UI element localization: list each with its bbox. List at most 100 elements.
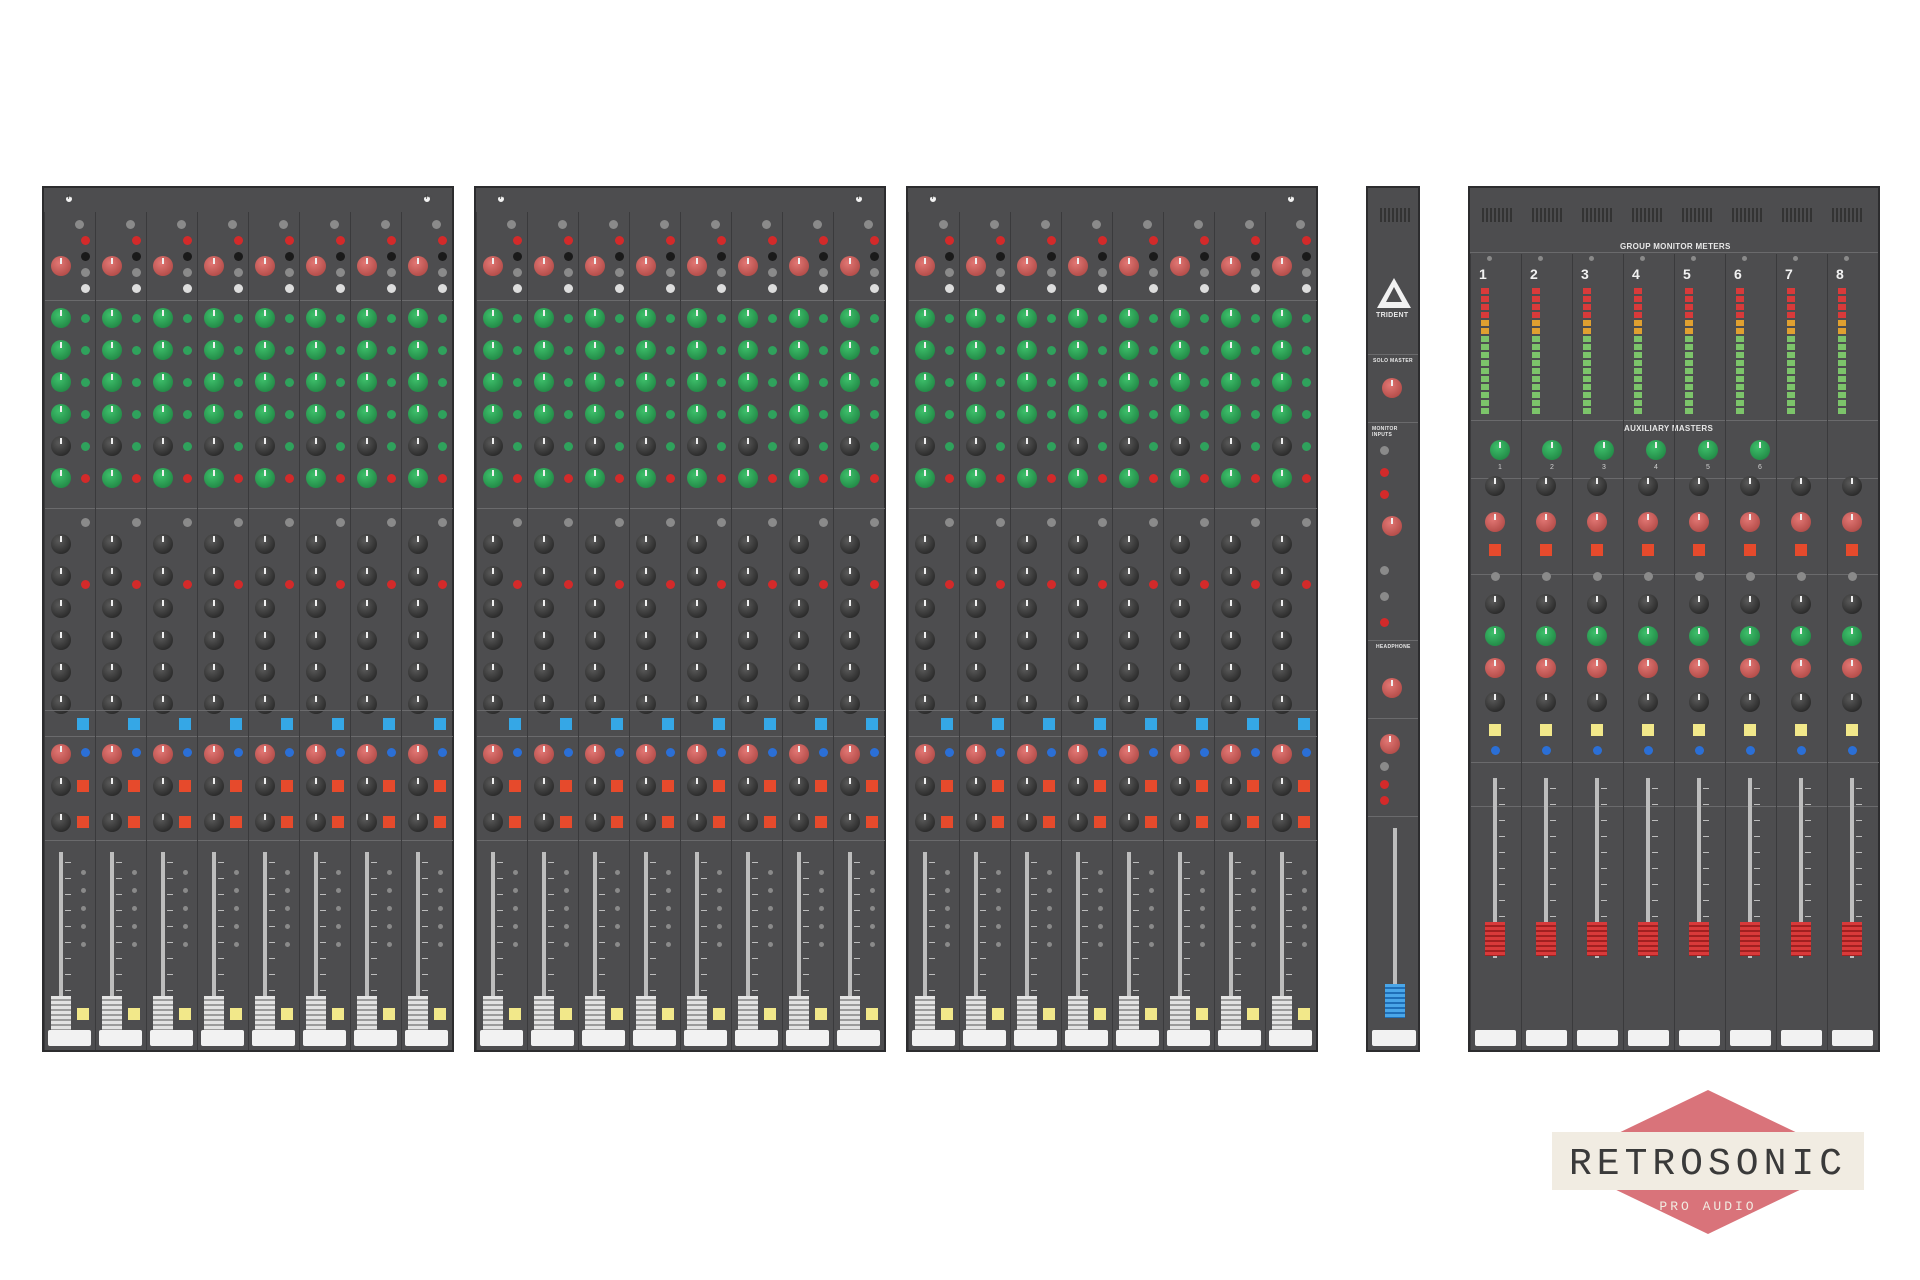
mute-button[interactable] — [1196, 780, 1208, 792]
aux-button[interactable] — [1200, 346, 1209, 355]
aux-send-knob[interactable] — [1068, 468, 1088, 488]
aux-send-knob[interactable] — [789, 436, 809, 456]
fx-knob[interactable] — [534, 812, 554, 832]
button[interactable] — [819, 748, 828, 757]
aux-button[interactable] — [666, 410, 675, 419]
aux-button[interactable] — [132, 474, 141, 483]
eq-knob[interactable] — [1170, 566, 1190, 586]
eq-knob[interactable] — [102, 534, 122, 554]
aux-send-knob[interactable] — [306, 468, 326, 488]
eq-knob[interactable] — [1170, 662, 1190, 682]
gain-knob[interactable] — [636, 256, 656, 276]
pan-knob[interactable] — [204, 776, 224, 796]
channel-fader[interactable] — [585, 996, 605, 1030]
aux-send-knob[interactable] — [102, 372, 122, 392]
aux-button[interactable] — [336, 442, 345, 451]
aux-button[interactable] — [183, 442, 192, 451]
aux-send-knob[interactable] — [840, 308, 860, 328]
eq-button[interactable] — [945, 580, 954, 589]
button[interactable] — [1247, 816, 1259, 828]
fx-knob[interactable] — [1119, 744, 1139, 764]
eq-knob[interactable] — [534, 630, 554, 650]
fx-mute-button[interactable] — [1744, 544, 1756, 556]
button[interactable] — [438, 748, 447, 757]
aux-send-knob[interactable] — [687, 468, 707, 488]
pan-knob[interactable] — [1272, 776, 1292, 796]
button[interactable] — [717, 236, 726, 245]
eq-knob[interactable] — [966, 534, 986, 554]
aux-send-knob[interactable] — [1119, 468, 1139, 488]
button[interactable] — [1593, 746, 1602, 755]
eq-knob[interactable] — [483, 566, 503, 586]
button[interactable] — [992, 816, 1004, 828]
solo-button[interactable] — [1043, 1008, 1055, 1020]
aux-button[interactable] — [1302, 474, 1311, 483]
eq-knob[interactable] — [51, 694, 71, 714]
fx-knob[interactable] — [153, 744, 173, 764]
aux-button[interactable] — [285, 378, 294, 387]
eq-in-button[interactable] — [1247, 718, 1259, 730]
button[interactable] — [768, 748, 777, 757]
mute-button[interactable] — [662, 780, 674, 792]
eq-knob[interactable] — [534, 662, 554, 682]
fx-knob[interactable] — [483, 744, 503, 764]
pan-knob[interactable] — [102, 776, 122, 796]
group-fader[interactable] — [1485, 922, 1505, 956]
button[interactable] — [132, 236, 141, 245]
aux-button[interactable] — [564, 314, 573, 323]
group-knob[interactable] — [1791, 594, 1811, 614]
button[interactable] — [866, 816, 878, 828]
button[interactable] — [438, 268, 447, 277]
channel-fader[interactable] — [1017, 996, 1037, 1030]
aux-send-knob[interactable] — [408, 404, 428, 424]
button[interactable] — [513, 252, 522, 261]
aux-button[interactable] — [996, 474, 1005, 483]
aux-send-knob[interactable] — [1221, 436, 1241, 456]
aux-send-knob[interactable] — [687, 436, 707, 456]
aux-button[interactable] — [1251, 410, 1260, 419]
group-knob[interactable] — [1587, 626, 1607, 646]
aux-send-knob[interactable] — [1017, 308, 1037, 328]
button[interactable] — [336, 236, 345, 245]
button[interactable] — [764, 816, 776, 828]
aux-send-knob[interactable] — [534, 436, 554, 456]
eq-in-button[interactable] — [383, 718, 395, 730]
aux-button[interactable] — [1098, 410, 1107, 419]
button[interactable] — [81, 252, 90, 261]
channel-fader[interactable] — [687, 996, 707, 1030]
aux-button[interactable] — [513, 410, 522, 419]
aux-send-knob[interactable] — [153, 404, 173, 424]
eq-knob[interactable] — [840, 566, 860, 586]
aux-send-knob[interactable] — [1272, 308, 1292, 328]
eq-button[interactable] — [438, 580, 447, 589]
solo-button[interactable] — [1591, 724, 1603, 736]
aux-button[interactable] — [996, 378, 1005, 387]
aux-send-knob[interactable] — [966, 340, 986, 360]
gain-knob[interactable] — [789, 256, 809, 276]
eq-knob[interactable] — [1272, 534, 1292, 554]
button[interactable] — [615, 236, 624, 245]
solo-button[interactable] — [815, 1008, 827, 1020]
aux-button[interactable] — [717, 346, 726, 355]
eq-knob[interactable] — [51, 598, 71, 618]
aux-send-knob[interactable] — [357, 340, 377, 360]
button[interactable] — [564, 284, 573, 293]
eq-knob[interactable] — [357, 694, 377, 714]
aux-button[interactable] — [870, 378, 879, 387]
fx-knob[interactable] — [51, 744, 71, 764]
button[interactable] — [1149, 748, 1158, 757]
group-knob[interactable] — [1485, 626, 1505, 646]
aux-send-knob[interactable] — [840, 372, 860, 392]
eq-in-button[interactable] — [128, 718, 140, 730]
button[interactable] — [1251, 252, 1260, 261]
button[interactable] — [1251, 268, 1260, 277]
aux-send-knob[interactable] — [204, 436, 224, 456]
eq-knob[interactable] — [1272, 630, 1292, 650]
eq-knob[interactable] — [585, 598, 605, 618]
eq-knob[interactable] — [789, 630, 809, 650]
eq-knob[interactable] — [204, 662, 224, 682]
aux-button[interactable] — [438, 346, 447, 355]
aux-button[interactable] — [1047, 410, 1056, 419]
aux-send-knob[interactable] — [1017, 404, 1037, 424]
eq-button[interactable] — [666, 580, 675, 589]
